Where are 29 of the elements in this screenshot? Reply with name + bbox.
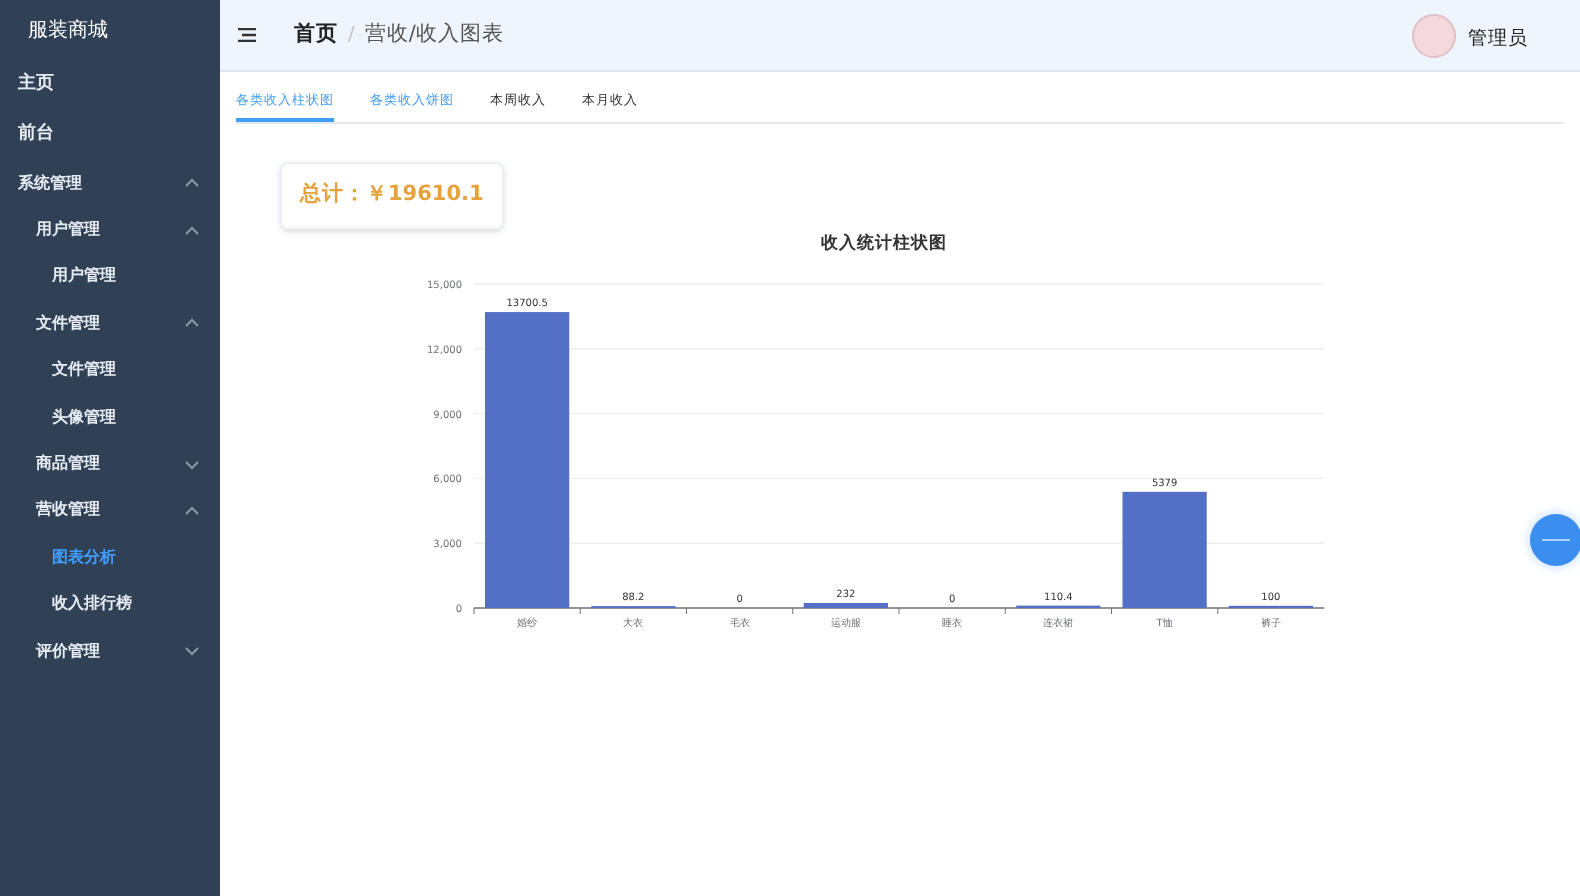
chevron-icon [184,505,200,516]
sidebar-item[interactable]: 文件管理 [0,347,220,394]
sidebar-item[interactable]: 营收管理 [0,487,220,535]
chevron-icon [184,225,200,236]
sidebar-item[interactable]: 系统管理 [0,160,220,207]
user-name[interactable]: 管理员 [1468,25,1528,55]
chevron-icon [184,318,200,329]
chevron-icon [184,178,200,189]
sidebar-item[interactable]: 用户管理 [0,253,220,301]
dash-icon [1542,538,1570,542]
sidebar-item[interactable]: 商品管理 [0,440,220,488]
menu-icon[interactable] [238,28,256,42]
breadcrumb-home[interactable]: 首页 [294,19,338,51]
sidebar-item[interactable]: 评价管理 [0,627,220,675]
breadcrumb-current: 营收/收入图表 [364,19,504,50]
chart-title: 收入统计柱状图 [821,233,947,253]
sidebar-item[interactable]: 头像管理 [0,393,220,441]
sidebar-item[interactable]: 用户管理 [0,206,220,254]
total-card: 总计：￥19610.1 [280,161,504,229]
sidebar-item[interactable]: 前台 [0,110,220,160]
sidebar-item[interactable]: 收入排行榜 [0,581,220,628]
sidebar-item[interactable]: 图表分析 [0,534,220,582]
app-title: 服装商城 [26,17,110,45]
floating-action-button[interactable] [1530,514,1580,566]
sidebar-item[interactable]: 文件管理 [0,300,220,348]
breadcrumb-separator: / [348,22,355,50]
chevron-icon [184,459,200,470]
chevron-icon [184,646,200,657]
sidebar-item[interactable]: 主页 [0,60,220,110]
